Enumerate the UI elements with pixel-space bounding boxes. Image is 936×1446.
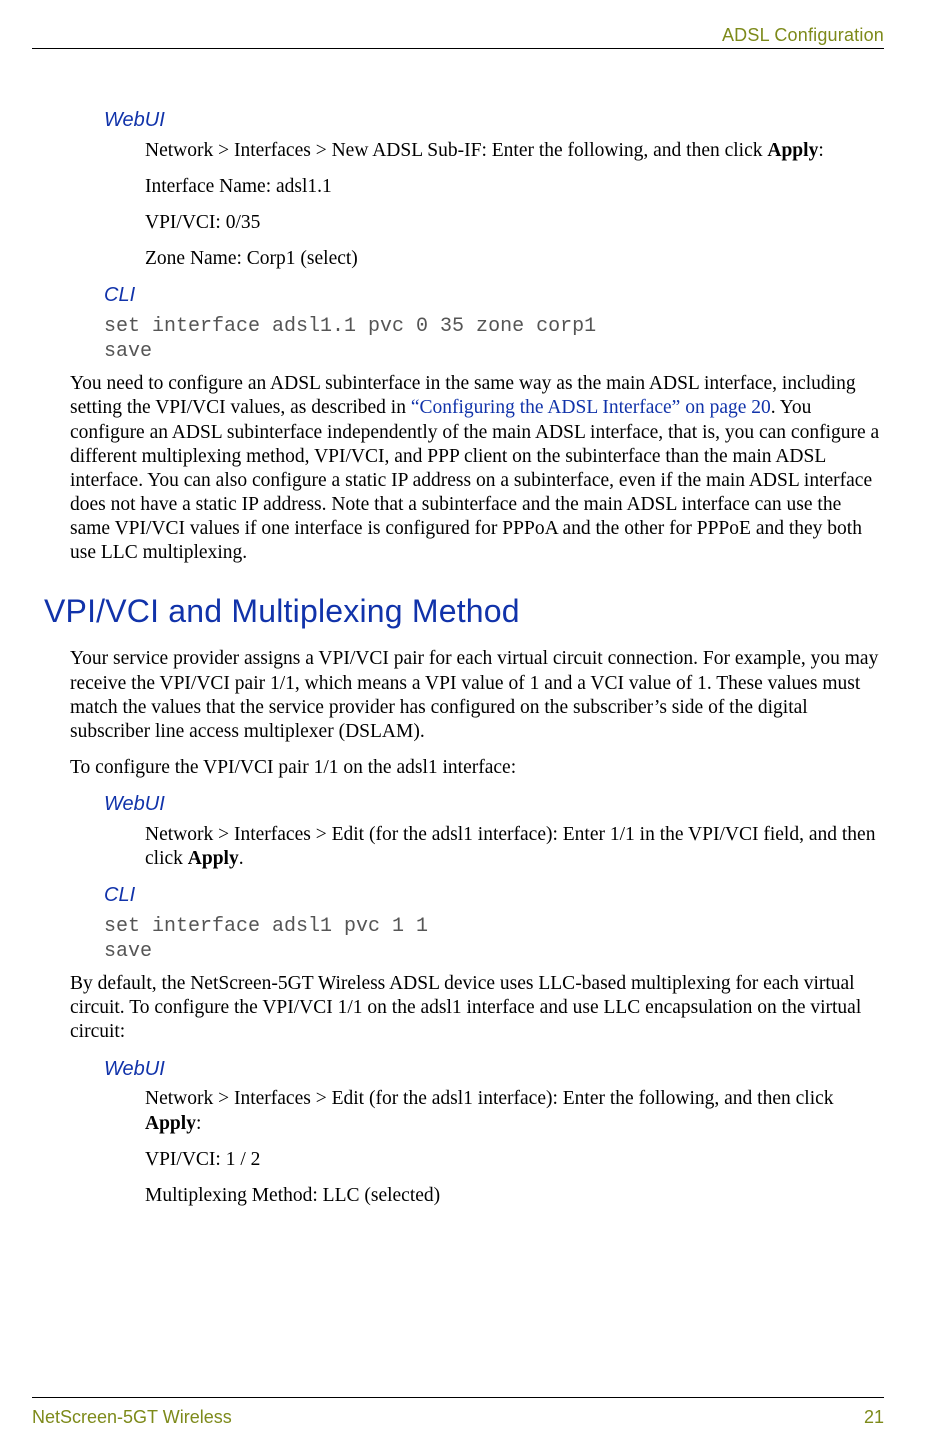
webui-label-2: WebUI	[104, 792, 884, 817]
webui-instruction-3c: :	[196, 1113, 201, 1134]
subinterface-text-b: . You configure an ADSL subinterface ind…	[70, 397, 879, 563]
cli-block-2: set interface adsl1 pvc 1 1 save	[104, 914, 884, 964]
webui-instruction-3: Network > Interfaces > Edit (for the ads…	[145, 1087, 884, 1135]
apply-bold-3: Apply	[145, 1113, 196, 1134]
webui-label-1: WebUI	[104, 108, 884, 133]
footer-page-number: 21	[864, 1406, 884, 1428]
page: ADSL Configuration WebUI Network > Inter…	[0, 0, 936, 1446]
subinterface-paragraph: You need to configure an ADSL subinterfa…	[70, 372, 884, 565]
webui-instruction-2c: .	[239, 848, 244, 869]
webui-instruction-2a: Network > Interfaces > Edit (for the ads…	[145, 824, 875, 869]
webui-label-3: WebUI	[104, 1057, 884, 1082]
webui-instruction-1: Network > Interfaces > New ADSL Sub-IF: …	[145, 139, 884, 163]
header-section-title: ADSL Configuration	[722, 24, 884, 46]
header-rule	[32, 48, 884, 49]
section-heading-vpi-vci: VPI/VCI and Multiplexing Method	[44, 592, 884, 632]
webui-instruction-1a: Network > Interfaces > New ADSL Sub-IF: …	[145, 140, 767, 161]
vpi-vci-line-1: VPI/VCI: 0/35	[145, 211, 884, 235]
webui-instruction-3a: Network > Interfaces > Edit (for the ads…	[145, 1088, 834, 1109]
cli-label-1: CLI	[104, 283, 884, 308]
footer-rule	[32, 1397, 884, 1398]
configuring-adsl-link[interactable]: “Configuring the ADSL Interface” on page…	[411, 397, 771, 418]
llc-default-paragraph: By default, the NetScreen-5GT Wireless A…	[70, 972, 884, 1045]
interface-name-line: Interface Name: adsl1.1	[145, 175, 884, 199]
configure-vpi-vci-intro: To configure the VPI/VCI pair 1/1 on the…	[70, 756, 884, 780]
apply-bold-2: Apply	[188, 848, 239, 869]
apply-bold-1: Apply	[767, 140, 818, 161]
page-content: WebUI Network > Interfaces > New ADSL Su…	[70, 108, 884, 1220]
vpi-vci-intro-paragraph: Your service provider assigns a VPI/VCI …	[70, 647, 884, 744]
vpi-vci-line-2: VPI/VCI: 1 / 2	[145, 1148, 884, 1172]
zone-name-line: Zone Name: Corp1 (select)	[145, 247, 884, 271]
multiplexing-method-line: Multiplexing Method: LLC (selected)	[145, 1184, 884, 1208]
webui-instruction-1c: :	[818, 140, 823, 161]
footer-product: NetScreen-5GT Wireless	[32, 1406, 232, 1428]
cli-block-1: set interface adsl1.1 pvc 0 35 zone corp…	[104, 314, 884, 364]
webui-instruction-2: Network > Interfaces > Edit (for the ads…	[145, 823, 884, 871]
cli-label-2: CLI	[104, 883, 884, 908]
